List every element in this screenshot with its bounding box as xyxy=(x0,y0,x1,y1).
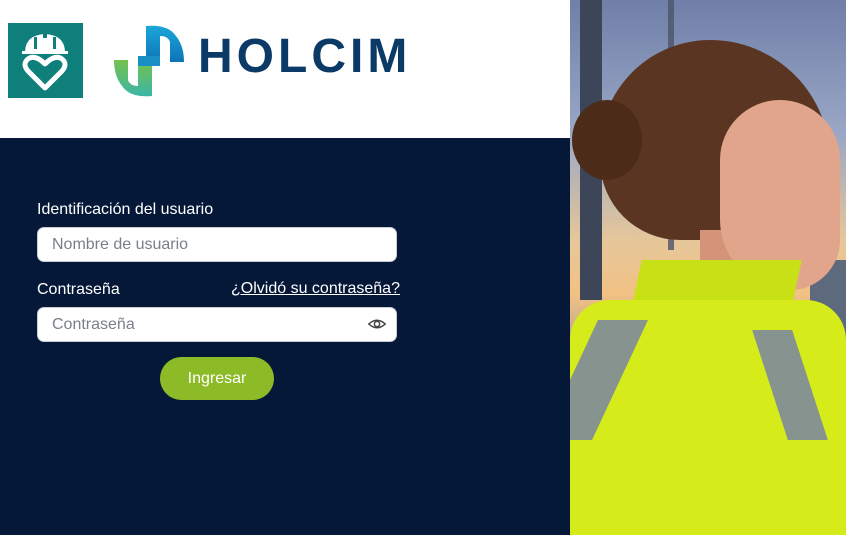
forgot-password-link[interactable]: ¿Olvidó su contraseña? xyxy=(231,280,400,298)
header-area: HOLCIM xyxy=(0,0,570,138)
password-label: Contraseña xyxy=(37,281,120,298)
eye-icon[interactable] xyxy=(362,309,392,339)
brand-name: HOLCIM xyxy=(198,30,412,83)
hair-bun xyxy=(572,100,642,180)
worker-in-hi-vis-shirt-photo xyxy=(570,0,846,535)
login-submit-button[interactable]: Ingresar xyxy=(160,357,274,400)
user-id-label: Identificación del usuario xyxy=(37,201,214,218)
holcim-h-logo-icon xyxy=(110,22,188,100)
password-input[interactable] xyxy=(37,307,397,342)
username-input[interactable] xyxy=(37,227,397,262)
safety-helmet-heart-icon xyxy=(8,23,83,98)
